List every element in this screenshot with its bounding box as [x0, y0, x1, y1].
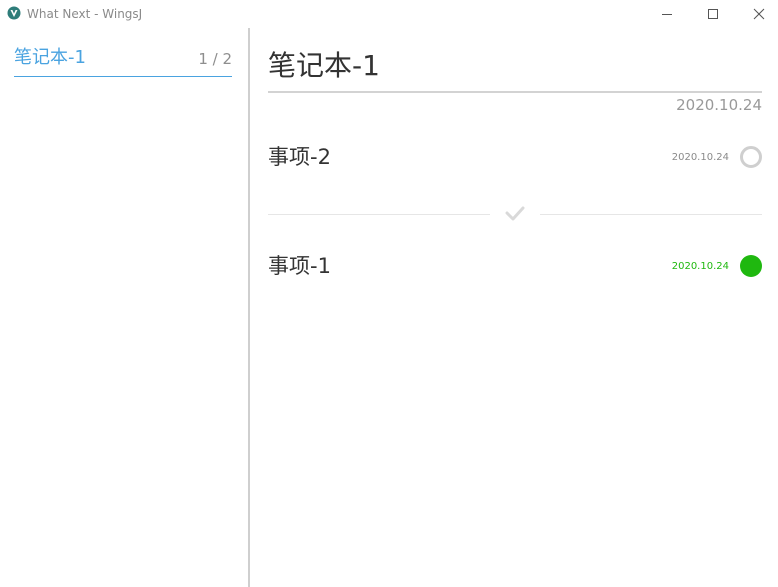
maximize-button[interactable]	[690, 0, 735, 28]
task-title[interactable]: 事项-1	[268, 251, 331, 281]
task-row[interactable]: 事项-2 2020.10.24	[268, 142, 762, 172]
page-date: 2020.10.24	[676, 96, 762, 114]
task-title[interactable]: 事项-2	[268, 142, 331, 172]
wings-logo-icon	[7, 6, 21, 20]
minimize-button[interactable]	[644, 0, 689, 28]
title-bar[interactable]: What Next - WingsJ	[0, 0, 778, 28]
separator-line-left	[268, 214, 490, 215]
close-icon	[753, 8, 764, 20]
title-underline	[268, 91, 762, 93]
window-title: What Next - WingsJ	[27, 7, 143, 21]
notebook-name: 笔记本-1	[14, 47, 86, 68]
task-status-toggle[interactable]	[740, 146, 762, 168]
notebook-sidebar: 笔记本-1 1 / 2	[0, 28, 248, 587]
checkmark-icon	[505, 206, 525, 221]
task-status-toggle-complete[interactable]	[740, 255, 762, 277]
separator-line-right	[540, 214, 762, 215]
notebook-item[interactable]: 笔记本-1 1 / 2	[14, 46, 232, 77]
notebook-task-count: 1 / 2	[198, 50, 232, 68]
page-title[interactable]: 笔记本-1	[268, 47, 380, 85]
notebook-content: 笔记本-1 2020.10.24 事项-2 2020.10.24 事项-1 20…	[250, 28, 778, 587]
task-date: 2020.10.24	[671, 261, 729, 272]
minimize-icon	[661, 14, 672, 15]
maximize-icon	[707, 9, 718, 19]
task-date: 2020.10.24	[671, 152, 729, 163]
task-row-completed[interactable]: 事项-1 2020.10.24	[268, 251, 762, 281]
completed-separator	[268, 201, 762, 225]
app-window: What Next - WingsJ 笔记本-1 1 / 2 笔记本-1 202…	[0, 0, 778, 587]
close-button[interactable]	[736, 0, 778, 28]
